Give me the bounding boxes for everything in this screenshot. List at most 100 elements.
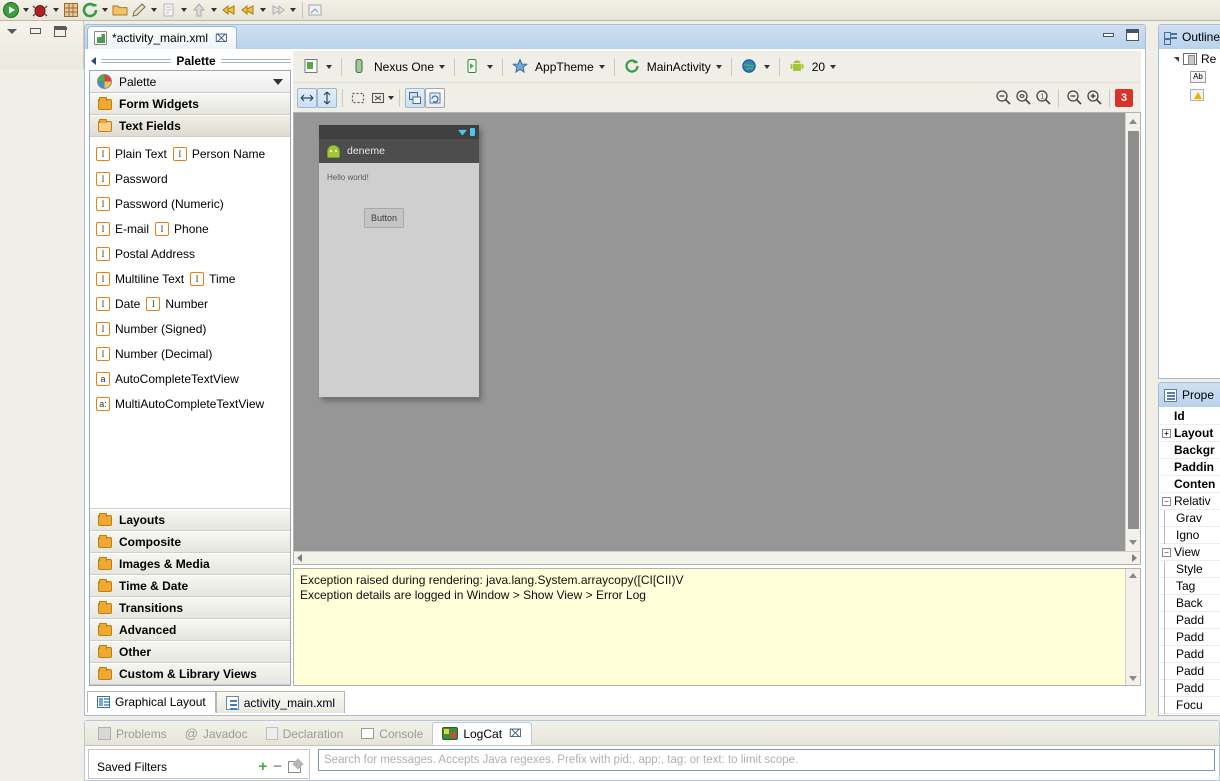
palette-item-date[interactable]: I Date bbox=[96, 296, 140, 311]
add-filter-icon[interactable]: + bbox=[258, 759, 267, 774]
outline-row-button[interactable] bbox=[1160, 86, 1220, 104]
chevron-down-icon[interactable] bbox=[326, 64, 332, 69]
property-group-relativelayout[interactable]: − Relativ bbox=[1160, 493, 1220, 510]
chevron-down-icon[interactable] bbox=[439, 64, 446, 69]
show-margins-button[interactable] bbox=[348, 88, 368, 108]
expand-arrow-icon[interactable] bbox=[1174, 56, 1179, 62]
device-selector[interactable]: Nexus One bbox=[347, 55, 449, 79]
theme-selector[interactable]: AppTheme bbox=[508, 55, 609, 79]
canvas-vertical-scrollbar[interactable] bbox=[1125, 113, 1140, 551]
tab-logcat[interactable]: LogCat ⌧ bbox=[432, 722, 532, 745]
palette-item-phone[interactable]: I Phone bbox=[155, 221, 209, 236]
palette-item-multiline-text[interactable]: I Multiline Text bbox=[96, 271, 184, 286]
palette-item-time[interactable]: I Time bbox=[190, 271, 235, 286]
edit-filter-icon[interactable] bbox=[288, 761, 301, 773]
palette-category-composite[interactable]: Composite bbox=[90, 531, 290, 553]
collapse-minus-icon[interactable]: − bbox=[1162, 496, 1171, 506]
show-outlines-button[interactable] bbox=[368, 88, 388, 108]
up-dropdown-arrow[interactable] bbox=[208, 1, 219, 19]
chevron-down-icon[interactable] bbox=[487, 64, 494, 69]
zoom-in-button[interactable] bbox=[1084, 88, 1104, 108]
zoom-out-button[interactable] bbox=[1064, 88, 1084, 108]
activity-selector[interactable]: MainActivity bbox=[620, 55, 726, 79]
zoom-fit-button[interactable] bbox=[1013, 88, 1033, 108]
property-row-padding-5[interactable]: Padd bbox=[1160, 679, 1220, 697]
preview-button[interactable]: Button bbox=[364, 208, 404, 228]
toggle-height-fill-button[interactable] bbox=[317, 87, 337, 108]
toolbar-edit-button[interactable] bbox=[130, 0, 159, 20]
property-row-background-view[interactable]: Back bbox=[1160, 594, 1220, 612]
properties-table[interactable]: Id + Layout Backgr Paddin Conten − Relat… bbox=[1160, 408, 1220, 714]
palette-category-time-date[interactable]: Time & Date bbox=[90, 575, 290, 597]
property-row-style[interactable]: Style bbox=[1160, 560, 1220, 578]
palette-item-autocompletetextview[interactable]: a AutoCompleteTextView bbox=[96, 371, 239, 386]
toolbar-next-button[interactable] bbox=[269, 0, 298, 20]
error-panel-scrollbar[interactable] bbox=[1125, 569, 1140, 685]
palette-item-number-signed[interactable]: I Number (Signed) bbox=[96, 321, 206, 336]
property-row-padding-4[interactable]: Padd bbox=[1160, 662, 1220, 680]
palette-category-text-fields[interactable]: Text Fields bbox=[90, 115, 290, 137]
refresh-layout-button[interactable] bbox=[425, 87, 445, 108]
property-row-background[interactable]: Backgr bbox=[1160, 442, 1220, 459]
expand-plus-icon[interactable]: + bbox=[1162, 428, 1171, 438]
palette-item-plain-text[interactable]: I Plain Text bbox=[96, 146, 167, 161]
property-row-padding-2[interactable]: Padd bbox=[1160, 628, 1220, 646]
minimize-button[interactable] bbox=[1103, 33, 1114, 37]
tab-declaration[interactable]: Declaration bbox=[257, 722, 353, 745]
property-row-focusable[interactable]: Focu bbox=[1160, 696, 1220, 714]
palette-item-multiautocompletetextview[interactable]: a: MultiAutoCompleteTextView bbox=[96, 396, 264, 411]
palette-category-advanced[interactable]: Advanced bbox=[90, 619, 290, 641]
property-row-layout[interactable]: + Layout bbox=[1160, 425, 1220, 442]
remove-filter-icon[interactable]: − bbox=[273, 759, 282, 774]
palette-item-password-numeric[interactable]: I Password (Numeric) bbox=[96, 196, 224, 211]
property-row-id[interactable]: Id bbox=[1160, 408, 1220, 425]
palette-category-images-media[interactable]: Images & Media bbox=[90, 553, 290, 575]
api-level-selector[interactable]: 20 bbox=[785, 55, 840, 79]
device-preview[interactable]: deneme Hello world! Button bbox=[319, 125, 479, 397]
logcat-search-input[interactable]: Search for messages. Accepts Java regexe… bbox=[318, 749, 1215, 771]
toolbar-up-button[interactable] bbox=[190, 0, 219, 20]
toolbar-run-button[interactable] bbox=[2, 0, 31, 20]
chevron-down-icon[interactable] bbox=[273, 78, 283, 85]
palette-category-form-widgets[interactable]: Form Widgets bbox=[90, 93, 290, 115]
properties-tabbar[interactable]: Prope bbox=[1159, 383, 1220, 407]
locale-selector[interactable] bbox=[737, 55, 774, 79]
scrollbar-thumb[interactable] bbox=[1128, 131, 1139, 529]
toolbar-annotation-button[interactable] bbox=[160, 0, 189, 20]
restore-chevron-icon[interactable] bbox=[7, 29, 17, 34]
property-row-padding[interactable]: Paddin bbox=[1160, 459, 1220, 476]
toolbar-perspective-button[interactable] bbox=[306, 0, 324, 20]
toggle-width-fill-button[interactable] bbox=[297, 87, 317, 108]
chevron-down-icon[interactable] bbox=[715, 64, 722, 69]
property-row-padding-1[interactable]: Padd bbox=[1160, 611, 1220, 629]
outline-row-relative-layout[interactable]: Re bbox=[1160, 50, 1220, 68]
layout-render-surface[interactable]: deneme Hello world! Button bbox=[293, 112, 1141, 551]
orientation-selector[interactable] bbox=[460, 55, 497, 79]
config-chooser-button[interactable] bbox=[299, 55, 336, 79]
toolbar-avd-manager-button[interactable] bbox=[81, 0, 110, 20]
palette-category-layouts[interactable]: Layouts bbox=[90, 509, 290, 531]
outline-tabbar[interactable]: Outline bbox=[1159, 25, 1220, 49]
palette-header[interactable]: Palette bbox=[90, 71, 290, 93]
chevron-down-icon[interactable] bbox=[763, 64, 770, 69]
scroll-up-arrow-icon[interactable] bbox=[1129, 119, 1137, 124]
chevron-down-icon[interactable] bbox=[388, 95, 394, 100]
close-icon[interactable]: ⌧ bbox=[509, 727, 522, 740]
scroll-left-arrow-icon[interactable] bbox=[297, 554, 302, 562]
avd-dropdown-arrow[interactable] bbox=[99, 1, 110, 19]
palette-item-person-name[interactable]: I Person Name bbox=[172, 146, 265, 161]
property-group-view[interactable]: − View bbox=[1160, 544, 1220, 561]
property-row-tag[interactable]: Tag bbox=[1160, 577, 1220, 595]
tab-console[interactable]: Console bbox=[352, 722, 432, 745]
zoom-real-size-button[interactable]: 1 bbox=[1033, 88, 1053, 108]
scroll-down-arrow-icon[interactable] bbox=[1129, 540, 1137, 545]
palette-item-number[interactable]: I Number bbox=[146, 296, 208, 311]
chevron-down-icon[interactable] bbox=[830, 64, 837, 69]
debug-dropdown-arrow[interactable] bbox=[50, 1, 61, 19]
minimize-icon[interactable] bbox=[30, 28, 41, 34]
chevron-down-icon[interactable] bbox=[598, 64, 605, 69]
palette-item-email[interactable]: I E-mail bbox=[96, 221, 149, 236]
collapse-minus-icon[interactable]: − bbox=[1162, 547, 1171, 557]
editor-tab-activity-main-xml[interactable]: *activity_main.xml ⌧ bbox=[87, 26, 237, 49]
tab-graphical-layout[interactable]: Graphical Layout bbox=[87, 691, 216, 713]
